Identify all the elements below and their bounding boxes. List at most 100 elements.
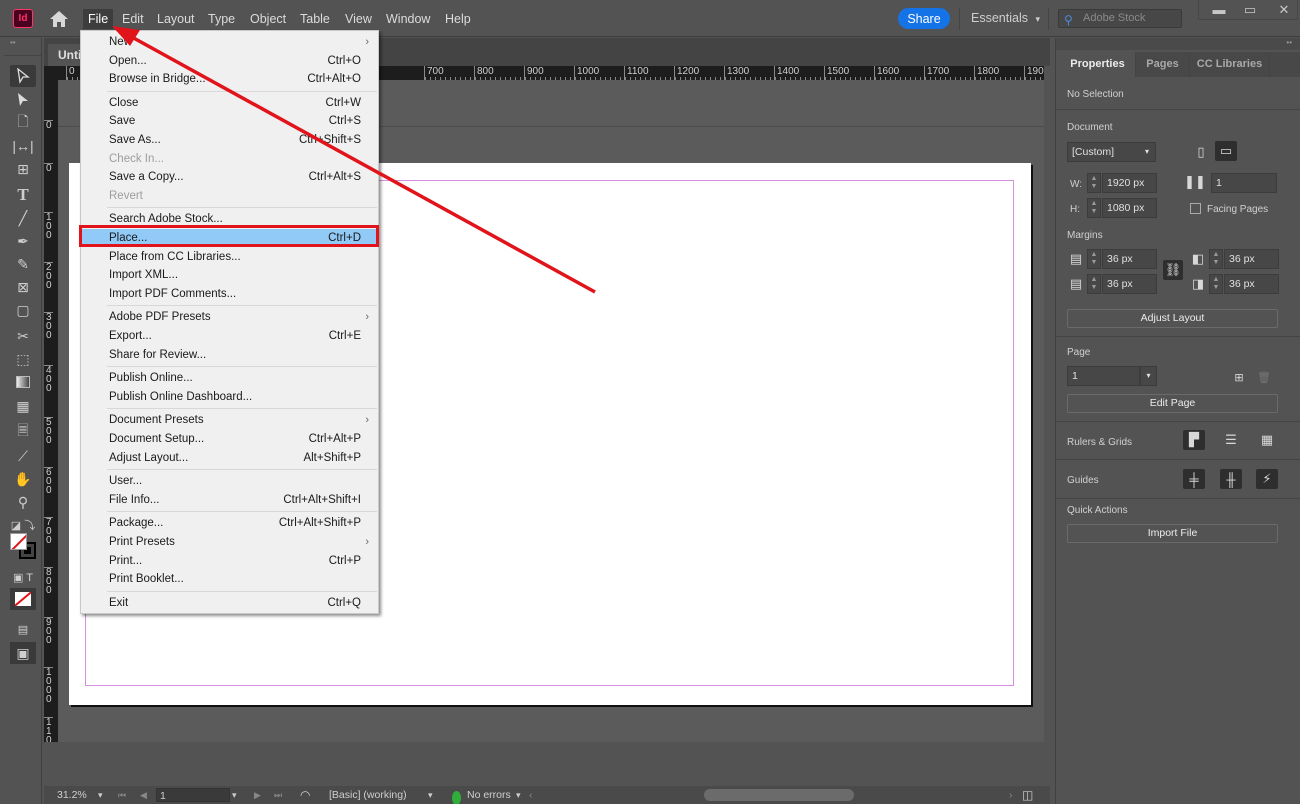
menu-table[interactable]: Table xyxy=(295,9,335,29)
menu-item-print[interactable]: Print... Ctrl+P xyxy=(81,552,378,570)
height-input[interactable]: 1080 px xyxy=(1102,198,1157,218)
profile-dropdown-chevron-icon[interactable]: ▾ xyxy=(428,788,433,802)
portrait-orientation-icon[interactable]: ▯ xyxy=(1190,142,1212,162)
selection-tool-icon[interactable] xyxy=(10,65,36,87)
margin-top-input[interactable]: 36 px xyxy=(1102,249,1157,269)
menu-item-adobe-pdf-presets[interactable]: Adobe PDF Presets › xyxy=(81,308,378,326)
scroll-right-icon[interactable]: › xyxy=(1009,788,1013,802)
menu-item-document-setup[interactable]: Document Setup... Ctrl+Alt+P xyxy=(81,430,378,448)
page-select-input[interactable]: 1 xyxy=(1067,366,1140,386)
formatting-container-icon[interactable]: ▣ T xyxy=(10,566,36,588)
width-input[interactable]: 1920 px xyxy=(1102,173,1157,193)
preview-mode-icon[interactable]: ▣ xyxy=(10,642,36,664)
width-stepper-icon[interactable]: ▲ ▼ xyxy=(1087,173,1101,193)
menu-view[interactable]: View xyxy=(340,9,377,29)
menu-layout[interactable]: Layout xyxy=(152,9,200,29)
menu-item-user[interactable]: User... xyxy=(81,472,378,490)
menu-type[interactable]: Type xyxy=(203,9,240,29)
gradient-swatch-tool-icon[interactable] xyxy=(10,371,36,393)
workspace-switcher[interactable]: Essentials ▾ xyxy=(971,9,1040,29)
menu-item-close[interactable]: Close Ctrl+W xyxy=(81,94,378,112)
menu-help[interactable]: Help xyxy=(440,9,476,29)
margin-top-stepper-icon[interactable]: ▲ ▼ xyxy=(1087,249,1101,269)
apply-none-icon[interactable] xyxy=(10,588,36,610)
menu-item-share-for-review[interactable]: Share for Review... xyxy=(81,346,378,364)
content-collector-tool-icon[interactable]: ⊞ xyxy=(10,158,36,180)
facing-pages-checkbox[interactable] xyxy=(1190,203,1201,214)
rulers-icon[interactable]: ▛ xyxy=(1183,430,1205,450)
previous-page-icon[interactable]: ◀ xyxy=(140,788,147,802)
menu-item-save[interactable]: Save Ctrl+S xyxy=(81,112,378,130)
menu-item-exit[interactable]: Exit Ctrl+Q xyxy=(81,594,378,612)
menu-item-package[interactable]: Package... Ctrl+Alt+Shift+P xyxy=(81,514,378,532)
pencil-tool-icon[interactable]: ✎ xyxy=(10,253,36,275)
last-page-icon[interactable]: ⏭ xyxy=(274,788,282,802)
pen-tool-icon[interactable]: ✒ xyxy=(10,230,36,252)
delete-page-icon[interactable]: 🗑 xyxy=(1253,367,1275,387)
page-number-input[interactable]: 1 xyxy=(156,788,230,802)
document-grid-icon[interactable]: ▦ xyxy=(1256,430,1278,450)
add-page-icon[interactable]: ⊞ xyxy=(1228,367,1250,387)
margin-right-stepper-icon[interactable]: ▲ ▼ xyxy=(1209,274,1223,294)
errors-dropdown-chevron-icon[interactable]: ▾ xyxy=(516,788,521,802)
tab-cc-libraries[interactable]: CC Libraries xyxy=(1190,52,1270,77)
link-margins-icon[interactable]: ⛓ xyxy=(1163,260,1183,280)
menu-item-save-as[interactable]: Save As... Ctrl+Shift+S xyxy=(81,131,378,149)
next-page-icon[interactable]: ▶ xyxy=(254,788,261,802)
margin-left-input[interactable]: 36 px xyxy=(1224,249,1279,269)
menu-item-new[interactable]: New › xyxy=(81,33,378,51)
menu-item-print-booklet[interactable]: Print Booklet... xyxy=(81,570,378,588)
zoom-level[interactable]: 31.2% xyxy=(57,788,87,802)
horizontal-scrollbar-thumb[interactable] xyxy=(704,789,854,801)
close-icon[interactable]: ✕ xyxy=(1269,1,1299,18)
page-dropdown-chevron-icon[interactable]: ▾ xyxy=(232,788,237,802)
zoom-dropdown-chevron-icon[interactable]: ▾ xyxy=(98,788,103,802)
share-button[interactable]: Share xyxy=(898,8,950,29)
line-tool-icon[interactable]: ╱ xyxy=(10,207,36,229)
edit-page-button[interactable]: Edit Page xyxy=(1067,394,1278,413)
tab-properties[interactable]: Properties xyxy=(1060,52,1136,77)
menu-item-document-presets[interactable]: Document Presets › xyxy=(81,411,378,429)
zoom-tool-icon[interactable]: ⚲ xyxy=(10,491,36,513)
type-tool-icon[interactable]: T xyxy=(10,184,36,206)
pages-count-input[interactable]: 1 xyxy=(1211,173,1277,193)
menu-item-browse-in-bridge[interactable]: Browse in Bridge... Ctrl+Alt+O xyxy=(81,70,378,88)
smart-guides-icon[interactable]: ⚡ xyxy=(1256,469,1278,489)
show-guides-icon[interactable]: ╪ xyxy=(1183,469,1205,489)
margin-left-stepper-icon[interactable]: ▲ ▼ xyxy=(1209,249,1223,269)
margin-bottom-stepper-icon[interactable]: ▲ ▼ xyxy=(1087,274,1101,294)
tab-pages[interactable]: Pages xyxy=(1136,52,1190,77)
preflight-icon[interactable]: ◠ xyxy=(300,788,310,802)
fill-stroke-swatch[interactable] xyxy=(10,533,38,559)
menu-object[interactable]: Object xyxy=(245,9,291,29)
menu-item-import-pdf-comments[interactable]: Import PDF Comments... xyxy=(81,285,378,303)
first-page-icon[interactable]: ⏮ xyxy=(118,788,126,802)
menu-item-publish-online-dashboard[interactable]: Publish Online Dashboard... xyxy=(81,388,378,406)
margin-right-input[interactable]: 36 px xyxy=(1224,274,1279,294)
menu-item-open[interactable]: Open... Ctrl+O xyxy=(81,52,378,70)
baseline-grid-icon[interactable]: ☰ xyxy=(1220,430,1242,450)
menu-item-export[interactable]: Export... Ctrl+E xyxy=(81,327,378,345)
menu-edit[interactable]: Edit xyxy=(117,9,149,29)
scissors-tool-icon[interactable]: ✂ xyxy=(10,325,36,347)
menu-item-place-from-cc-libraries[interactable]: Place from CC Libraries... xyxy=(81,248,378,266)
menu-item-publish-online[interactable]: Publish Online... xyxy=(81,369,378,387)
menu-item-adjust-layout[interactable]: Adjust Layout... Alt+Shift+P xyxy=(81,449,378,467)
import-file-button[interactable]: Import File xyxy=(1067,524,1278,543)
page-tool-icon[interactable]: 🗋 xyxy=(10,112,36,134)
adjust-layout-button[interactable]: Adjust Layout xyxy=(1067,309,1278,328)
scroll-left-icon[interactable]: ‹ xyxy=(529,788,533,802)
panel-grip[interactable]: •• xyxy=(1056,38,1300,50)
panel-grip[interactable]: •• xyxy=(4,38,41,56)
vertical-scrollbar[interactable] xyxy=(1044,66,1050,786)
menu-window[interactable]: Window xyxy=(381,9,435,29)
rectangle-tool-icon[interactable]: ▢ xyxy=(10,299,36,321)
landscape-orientation-icon[interactable]: ▭ xyxy=(1215,141,1237,161)
direct-selection-tool-icon[interactable] xyxy=(10,89,36,111)
margin-bottom-input[interactable]: 36 px xyxy=(1102,274,1157,294)
menu-item-place[interactable]: Place... Ctrl+D xyxy=(81,229,378,247)
hand-tool-icon[interactable]: ✋ xyxy=(10,468,36,490)
free-transform-tool-icon[interactable]: ⬚ xyxy=(10,348,36,370)
menu-item-search-adobe-stock[interactable]: Search Adobe Stock... xyxy=(81,210,378,228)
gap-tool-icon[interactable]: |↔| xyxy=(10,135,36,157)
